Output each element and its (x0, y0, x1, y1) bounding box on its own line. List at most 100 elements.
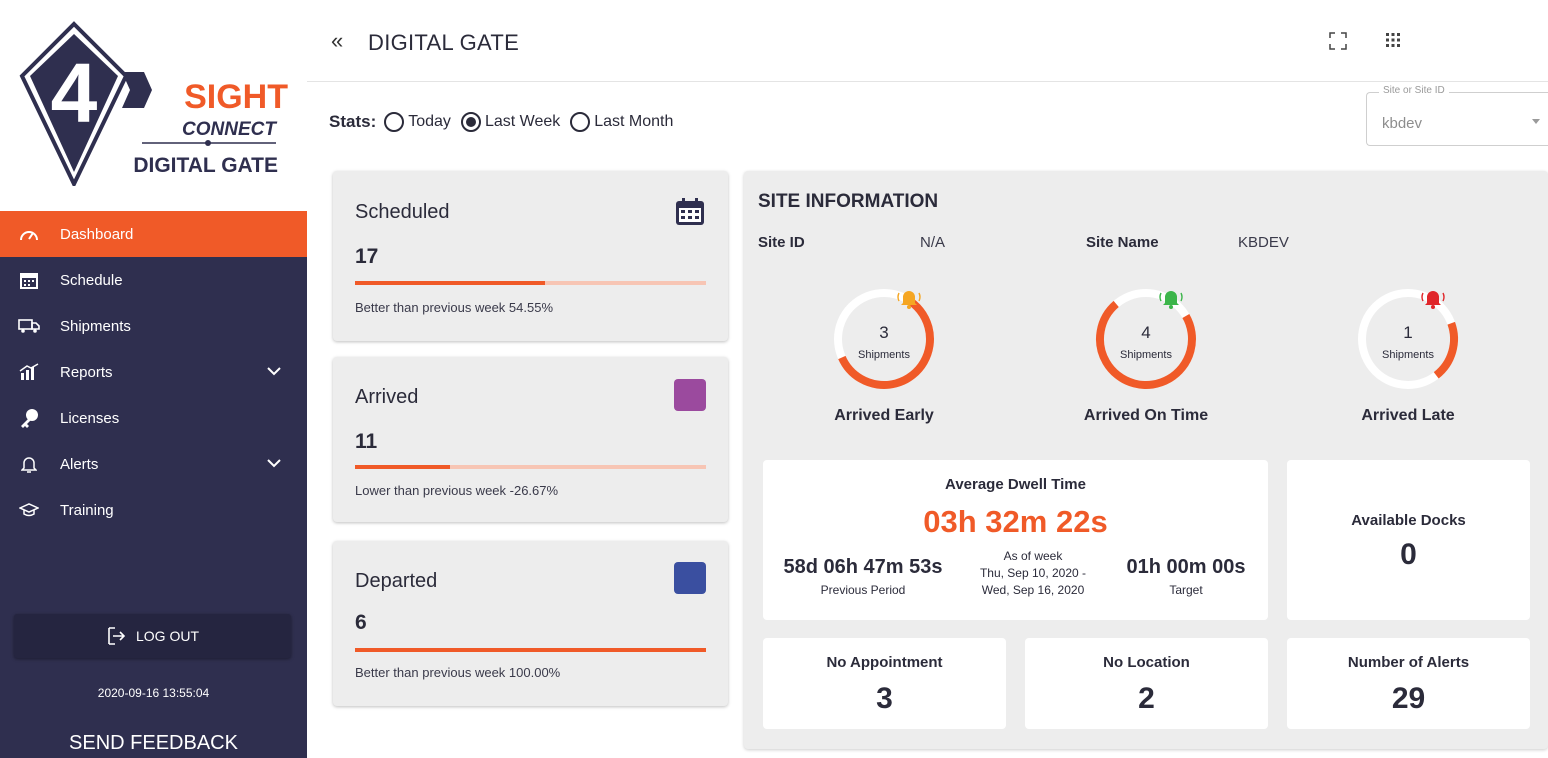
sidebar-item-label: Dashboard (60, 225, 134, 243)
number-of-alerts-card: Number of Alerts 29 (1287, 638, 1530, 729)
radio-last-week[interactable]: Last Week (460, 112, 561, 132)
gauge-unit: Shipments (1120, 349, 1172, 361)
card-note: Better than previous week 100.00% (355, 665, 561, 680)
logo-number: 4 (51, 46, 98, 140)
progress-bar (355, 465, 706, 469)
sidebar-item-shipments[interactable]: Shipments (0, 303, 307, 349)
previous-value: 58d 06h 47m 53s (783, 556, 943, 578)
logo-graphic: 4 SIGHT CONNECT DIGITAL GATE (19, 21, 288, 186)
site-name-label: Site Name (1086, 234, 1159, 251)
sidebar-item-reports[interactable]: Reports (0, 349, 307, 395)
chevron-down-icon[interactable] (267, 455, 281, 472)
site-select-label: Site or Site ID (1379, 85, 1449, 96)
radio-label: Last Week (484, 113, 561, 130)
no-location-card: No Location 2 (1025, 638, 1268, 729)
chevron-down-icon[interactable] (267, 363, 281, 380)
sidebar-item-label: Alerts (60, 455, 99, 473)
alerts-value: 29 (1391, 682, 1426, 715)
no-location-label: No Location (1103, 654, 1190, 671)
gauge-unit: Shipments (1382, 349, 1434, 361)
site-name-value: KBDEV (1238, 234, 1289, 251)
dwell-week-range: As of week Thu, Sep 10, 2020 - Wed, Sep … (963, 548, 1103, 599)
sidebar-item-label: Shipments (60, 317, 131, 335)
sidebar: 4 SIGHT CONNECT DIGITAL GATE Dashboard S… (0, 0, 307, 758)
page-title: DIGITAL GATE (368, 30, 520, 55)
sidebar-item-label: Licenses (60, 409, 120, 427)
fullscreen-icon[interactable] (1329, 32, 1347, 55)
bell-icon (1158, 287, 1184, 316)
radio-last-month[interactable]: Last Month (570, 112, 673, 132)
target-value: 01h 00m 00s (1126, 556, 1246, 578)
speedometer-icon (18, 223, 40, 245)
radio-circle[interactable] (570, 112, 591, 132)
card-title: Scheduled (355, 201, 450, 223)
gauge-label: Arrived Early (834, 407, 934, 424)
dwell-target: 01h 00m 00s Target (1111, 556, 1261, 597)
sidebar-item-label: Reports (60, 363, 113, 381)
stats-label: Stats: (329, 112, 377, 131)
send-feedback-link[interactable]: SEND FEEDBACK (0, 732, 307, 755)
calendar-icon (18, 269, 40, 291)
stat-card-departed: Departed 6 Better than previous week 100… (333, 541, 728, 706)
gauge-arrived-on-time: 4 Shipments (1086, 279, 1206, 399)
radio-circle[interactable] (384, 112, 405, 132)
available-docks-card: Available Docks 0 (1287, 460, 1530, 620)
sidebar-item-label: Schedule (60, 271, 123, 289)
alerts-label: Number of Alerts (1347, 654, 1470, 671)
radio-today[interactable]: Today (384, 112, 451, 132)
dwell-title: Average Dwell Time (945, 476, 1086, 493)
sidebar-item-licenses[interactable]: Licenses (0, 395, 307, 441)
gauge-label: Arrived Late (1361, 407, 1455, 424)
calendar-icon (674, 197, 706, 232)
truck-icon (18, 315, 40, 337)
stat-card-scheduled: Scheduled 17 Better than previous week 5… (333, 171, 728, 341)
bar-chart-icon (18, 361, 40, 383)
color-swatch (674, 562, 706, 594)
site-select-value: kbdev (1382, 115, 1423, 132)
card-value: 11 (355, 430, 378, 453)
card-title: Departed (355, 570, 438, 592)
as-of-label: As of week (1003, 549, 1063, 563)
sidebar-item-alerts[interactable]: Alerts (0, 441, 307, 487)
gauge-unit: Shipments (858, 349, 910, 361)
sidebar-item-label: Training (60, 501, 114, 519)
logo-word-sight: SIGHT (184, 78, 288, 116)
site-information-panel: SITE INFORMATION Site ID N/A Site Name K… (744, 171, 1548, 749)
progress-bar (355, 648, 706, 652)
no-appointment-card: No Appointment 3 (763, 638, 1006, 729)
average-dwell-card: Average Dwell Time 03h 32m 22s 58d 06h 4… (763, 460, 1268, 620)
gauge-count: 3 (879, 323, 889, 342)
card-value: 6 (355, 611, 367, 634)
apps-grid-icon[interactable] (1385, 32, 1401, 53)
sidebar-item-dashboard[interactable]: Dashboard (0, 211, 307, 257)
logout-button[interactable]: LOG OUT (14, 614, 291, 658)
logout-label: LOG OUT (135, 628, 199, 644)
site-id-value: N/A (920, 234, 946, 251)
card-title: Arrived (355, 386, 419, 408)
logout-icon (108, 627, 126, 645)
range-end: Wed, Sep 16, 2020 (981, 583, 1085, 597)
radio-circle[interactable] (460, 112, 481, 132)
logo-word-connect: CONNECT (182, 119, 277, 140)
stats-filter: Stats: Today Last Week Last Month (329, 112, 683, 132)
graduation-cap-icon (18, 499, 40, 521)
gauge-arrived-late: 1 Shipments (1348, 279, 1468, 399)
bell-icon (1420, 287, 1446, 316)
site-id-label: Site ID (758, 234, 805, 251)
site-info-title: SITE INFORMATION (758, 191, 939, 212)
sidebar-item-schedule[interactable]: Schedule (0, 257, 307, 303)
gauge-arrived-early: 3 Shipments (824, 279, 944, 399)
progress-bar (355, 281, 706, 285)
docks-value: 0 (1400, 538, 1417, 571)
target-label: Target (1169, 583, 1203, 597)
card-note: Better than previous week 54.55% (355, 300, 554, 315)
brand-logo[interactable]: 4 SIGHT CONNECT DIGITAL GATE (0, 0, 307, 211)
logo-word-digital-gate: DIGITAL GATE (133, 154, 278, 177)
site-select[interactable]: Site or Site ID kbdev (1366, 85, 1548, 146)
collapse-sidebar-button[interactable]: « (331, 28, 343, 54)
color-swatch (674, 379, 706, 411)
gauge-label: Arrived On Time (1083, 407, 1209, 424)
docks-label: Available Docks (1351, 512, 1466, 529)
sidebar-item-training[interactable]: Training (0, 487, 307, 533)
gauge-count: 4 (1141, 323, 1151, 342)
